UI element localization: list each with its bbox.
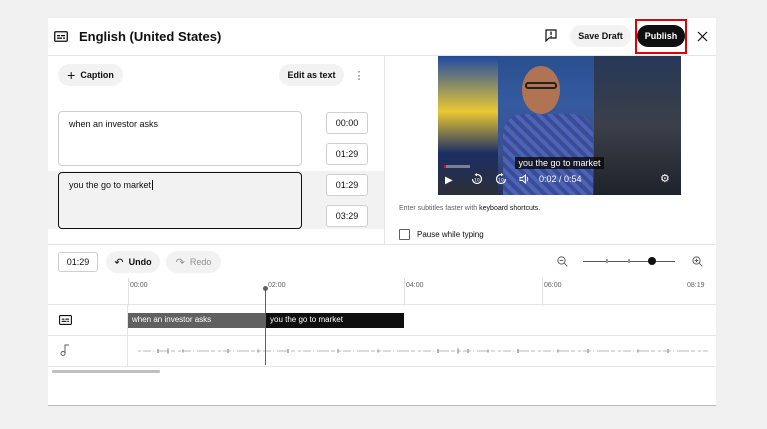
edit-as-text-button[interactable]: Edit as text [279,64,344,86]
add-caption-label: Caption [80,70,114,80]
caption-start-time[interactable]: 00:00 [326,112,368,134]
pause-while-typing-checkbox[interactable] [399,229,410,240]
timeline-tick-label: 00:00 [130,282,148,289]
timeline-playhead[interactable] [265,288,266,365]
close-icon[interactable] [695,29,709,43]
timeline-playhead-handle[interactable] [263,286,268,291]
hint-text: Enter subtitles faster with [399,205,480,212]
timeline-tick-label: 04:00 [406,282,424,289]
keyboard-shortcuts-link[interactable]: keyboard shortcuts. [479,205,540,212]
timeline-gridline [128,278,129,306]
video-caption-text: you the go to market [515,157,604,169]
plus-icon: + [67,67,76,83]
timeline-tick-label: 02:00 [268,282,286,289]
more-options-icon[interactable]: ⋮ [352,67,366,83]
video-time-display: 0:02 / 0:54 [539,174,582,184]
presenter-head [522,66,560,114]
redo-label: Redo [189,257,212,267]
video-player[interactable]: you the go to market ▶ 10 10 0:02 / 0:54… [438,56,681,195]
caption-editor-dialog: English (United States) Save Draft Publi… [48,18,716,406]
video-caption-overlay: you the go to market [438,153,681,171]
timeline-gridline [404,278,405,306]
volume-icon[interactable] [519,173,530,186]
undo-button[interactable]: ↶ Undo [106,251,160,273]
redo-icon: ↷ [175,256,185,269]
caption-start-time[interactable]: 01:29 [326,174,368,196]
undo-icon: ↶ [114,256,124,269]
keyboard-shortcuts-hint: Enter subtitles faster with keyboard sho… [399,205,540,212]
save-draft-button[interactable]: Save Draft [570,25,631,47]
timeline-tick-label: 06:00 [544,282,562,289]
caption-end-time[interactable]: 01:29 [326,143,368,165]
caption-end-time[interactable]: 03:29 [326,205,368,227]
audio-waveform [138,348,708,354]
music-note-icon [59,343,71,356]
forward-10-icon[interactable]: 10 [495,173,507,187]
publish-highlight-box [635,19,687,54]
timeline-tick-label: 08:19 [687,282,705,289]
subtitles-icon [54,30,68,42]
text-cursor [152,180,154,190]
caption-text-field[interactable]: when an investor asks [58,111,302,166]
zoom-tick [606,259,608,263]
caption-text: you the go to market [69,180,152,190]
video-preview-panel: you the go to market ▶ 10 10 0:02 / 0:54… [384,56,716,244]
track-bottom-border [48,366,716,367]
zoom-tick [628,259,630,263]
page-title: English (United States) [79,29,222,44]
svg-text:10: 10 [474,178,480,184]
timeline-horizontal-scrollbar[interactable] [52,370,160,373]
caption-list-panel: + Caption Edit as text ⋮ when an investo… [48,56,384,244]
video-progress-fill [444,165,447,168]
caption-text-field-active[interactable]: you the go to market [58,172,302,229]
timeline-gridline [542,278,543,306]
zoom-in-icon[interactable] [690,254,704,268]
zoom-out-icon[interactable] [555,254,569,268]
svg-text:10: 10 [498,178,504,184]
subtitles-track-icon [58,314,72,325]
timeline-divider [48,244,716,245]
zoom-slider-handle[interactable] [648,257,656,265]
play-icon[interactable]: ▶ [445,175,453,186]
timeline-current-time[interactable]: 01:29 [58,252,98,272]
presenter-glasses [525,82,557,89]
add-caption-button[interactable]: + Caption [58,64,123,86]
undo-label: Undo [128,257,152,267]
feedback-icon[interactable] [544,28,558,43]
caption-segment[interactable]: when an investor asks [128,313,266,328]
redo-button[interactable]: ↷ Redo [166,251,221,273]
settings-gear-icon[interactable]: ⚙ [660,172,670,185]
rewind-10-icon[interactable]: 10 [471,173,483,187]
caption-segment-active[interactable]: you the go to market [266,313,404,328]
video-progress-bar[interactable] [444,165,470,168]
pause-while-typing-label: Pause while typing [417,230,484,239]
